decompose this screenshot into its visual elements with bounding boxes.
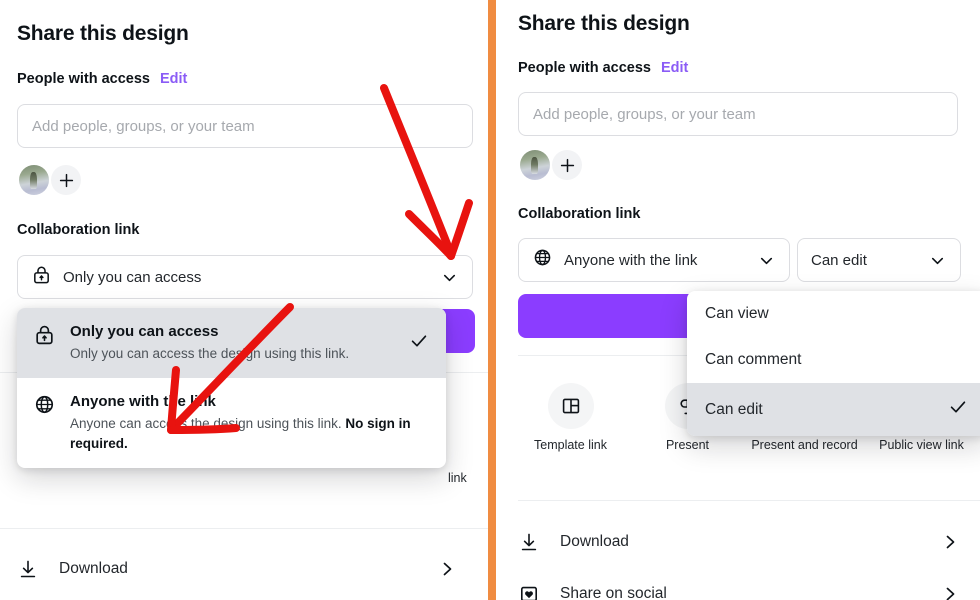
- download-row-right[interactable]: Download: [518, 518, 960, 566]
- tile-label: Public view link: [879, 438, 964, 452]
- download-icon: [17, 558, 39, 580]
- menu-item-can-comment[interactable]: Can comment: [687, 337, 980, 383]
- lock-icon: [31, 264, 52, 290]
- menu-item-description: Anyone can access the design using this …: [70, 414, 430, 454]
- menu-item-description-plain: Anyone can access the design using this …: [70, 416, 346, 431]
- share-on-social-row-label: Share on social: [560, 585, 667, 600]
- orange-vertical-divider: [488, 0, 496, 600]
- people-with-access-label: People with access: [17, 71, 150, 87]
- chevron-right-icon: [940, 584, 960, 600]
- edit-people-access-link[interactable]: Edit: [160, 71, 187, 87]
- tile-template-link[interactable]: Template link: [512, 383, 629, 453]
- chevron-right-icon: [940, 532, 960, 552]
- lock-icon: [33, 323, 56, 351]
- menu-item-body: Anyone with the link Anyone can access t…: [70, 392, 430, 454]
- collaboration-link-label-right: Collaboration link: [518, 206, 641, 222]
- chevron-down-icon: [440, 268, 459, 287]
- people-avatars-right: [520, 150, 582, 180]
- check-icon: [408, 330, 430, 357]
- download-row-left[interactable]: Download: [17, 545, 457, 593]
- globe-icon: [33, 393, 56, 421]
- divider-line-left-2: [0, 528, 488, 529]
- add-people-field-wrap-left: [17, 104, 473, 148]
- menu-item-description: Only you can access the design using thi…: [70, 346, 350, 361]
- tile-label: Template link: [534, 438, 607, 452]
- people-with-access-header-left: People with access Edit: [17, 71, 187, 87]
- add-people-field-wrap-right: [518, 92, 958, 136]
- add-people-input-right[interactable]: [518, 92, 958, 136]
- download-row-label-left: Download: [59, 560, 128, 577]
- user-avatar[interactable]: [520, 150, 550, 180]
- download-row-label-right: Download: [560, 533, 629, 550]
- menu-item-can-view[interactable]: Can view: [687, 291, 980, 337]
- share-panel-right: Share this design People with access Edi…: [496, 0, 980, 600]
- screenshot-stage: Share this design People with access Edi…: [0, 0, 980, 600]
- globe-icon: [532, 247, 553, 273]
- menu-item-label: Can edit: [705, 400, 763, 418]
- page-title-right: Share this design: [518, 12, 690, 35]
- add-person-button-left[interactable]: [51, 165, 81, 195]
- menu-item-only-you-can-access[interactable]: Only you can access Only you can access …: [17, 308, 446, 378]
- people-with-access-header-right: People with access Edit: [518, 60, 688, 76]
- permission-selected-value: Can edit: [811, 251, 867, 269]
- collaboration-link-select-right[interactable]: Anyone with the link: [518, 238, 790, 282]
- tile-label: Present: [665, 438, 710, 452]
- tile-label: Present and record: [751, 438, 858, 452]
- menu-item-label: Can view: [705, 305, 769, 322]
- menu-item-anyone-with-the-link[interactable]: Anyone with the link Anyone can access t…: [17, 378, 446, 468]
- download-icon: [518, 531, 540, 553]
- user-avatar[interactable]: [19, 165, 49, 195]
- menu-item-can-edit[interactable]: Can edit: [687, 383, 980, 436]
- annotation-arrows-left: [167, 84, 473, 434]
- divider-line-right-2: [518, 500, 980, 501]
- share-on-social-row-right[interactable]: Share on social: [518, 570, 960, 600]
- menu-item-label: Can comment: [705, 351, 802, 368]
- template-link-icon: [547, 383, 594, 429]
- add-person-button-right[interactable]: [552, 150, 582, 180]
- permission-select-right[interactable]: Can edit: [797, 238, 961, 282]
- collaboration-link-selected-value-right: Anyone with the link: [564, 251, 698, 269]
- share-panel-left: Share this design People with access Edi…: [0, 0, 488, 600]
- people-with-access-label: People with access: [518, 60, 651, 76]
- menu-item-title: Anyone with the link: [70, 393, 216, 410]
- permission-dropdown-menu-right[interactable]: Can view Can comment Can edit: [687, 291, 980, 436]
- edit-people-access-link[interactable]: Edit: [661, 60, 688, 76]
- chevron-right-icon: [437, 559, 457, 579]
- share-social-icon: [518, 583, 540, 600]
- chevron-down-icon: [757, 251, 776, 270]
- people-avatars-left: [19, 165, 81, 195]
- check-icon: [947, 396, 969, 423]
- chevron-down-icon: [928, 251, 947, 270]
- collaboration-link-label-left: Collaboration link: [17, 222, 140, 238]
- public-view-link-label-cutoff: link: [448, 471, 467, 485]
- collaboration-link-selected-value-left: Only you can access: [63, 268, 202, 286]
- menu-item-body: Only you can access Only you can access …: [70, 322, 394, 364]
- add-people-input-left[interactable]: [17, 104, 473, 148]
- collaboration-link-dropdown-menu-left[interactable]: Only you can access Only you can access …: [17, 308, 446, 468]
- page-title-left: Share this design: [17, 22, 189, 45]
- collaboration-link-select-left[interactable]: Only you can access: [17, 255, 473, 299]
- menu-item-title: Only you can access: [70, 323, 219, 340]
